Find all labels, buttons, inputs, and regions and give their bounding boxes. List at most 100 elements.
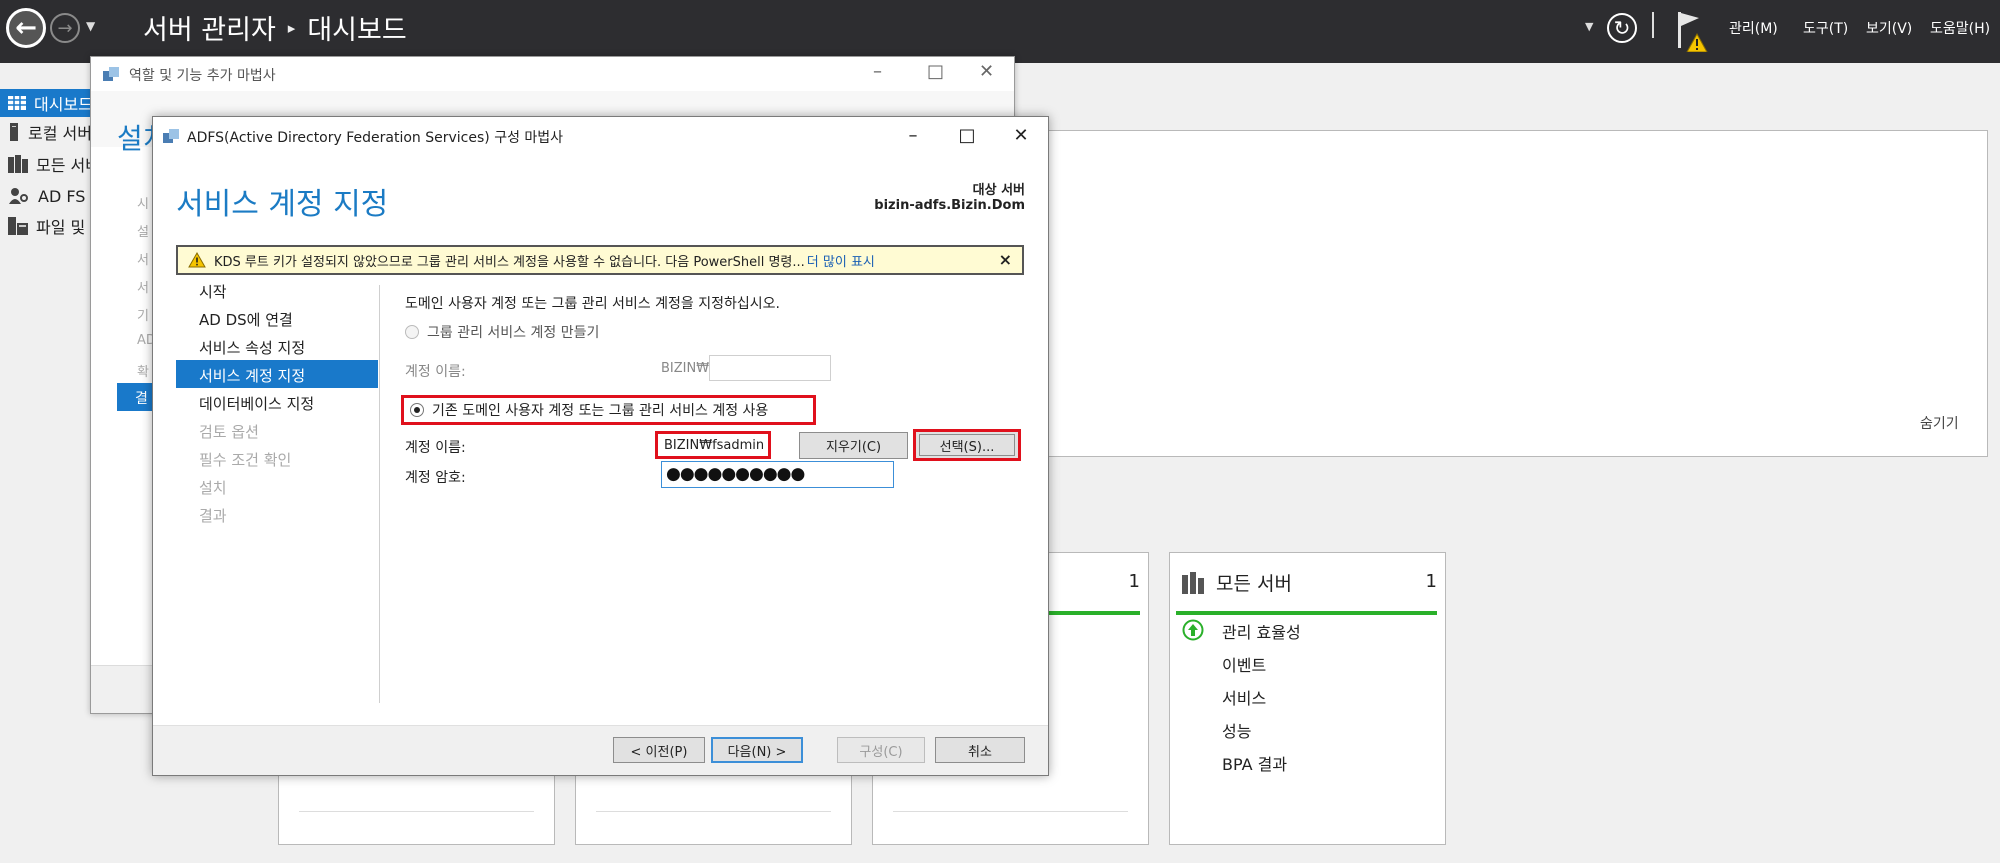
wizard-heading: 서비스 계정 지정 — [176, 187, 389, 222]
minimize-icon[interactable]: – — [873, 61, 882, 82]
back-arrow-icon[interactable]: ← — [6, 8, 46, 48]
clear-button[interactable]: 지우기(C) — [799, 432, 908, 459]
sidebar-item-label: 로컬 서버 — [28, 124, 92, 143]
tile-row-manageability[interactable]: 관리 효율성 — [1222, 619, 1301, 643]
menu-tools[interactable]: 도구(T) — [1803, 18, 1848, 38]
radio-label: 그룹 관리 서비스 계정 만들기 — [427, 325, 600, 341]
tile-row-events[interactable]: 이벤트 — [1222, 652, 1266, 676]
sidebar-item-label: 파일 및 저장소 서비스 — [36, 218, 92, 237]
wizard-step-install: 설치 — [199, 479, 227, 497]
sidebar-item-label: AD FS — [38, 186, 86, 206]
breadcrumb: 서버 관리자 ▸ 대시보드 — [143, 8, 407, 47]
tile-row-bpa-results[interactable]: BPA 결과 — [1222, 751, 1287, 775]
page-title: 대시보드 — [307, 15, 407, 46]
wizard-step: 설 — [137, 225, 149, 240]
breadcrumb-separator-icon: ▸ — [287, 18, 296, 37]
show-more-link[interactable]: 더 많이 표시 — [807, 251, 875, 270]
target-server-name: bizin-adfs.Bizin.Dom — [874, 198, 1025, 213]
radio-button-icon — [405, 325, 419, 339]
toolbar-divider — [1652, 12, 1654, 38]
menu-view[interactable]: 보기(V) — [1866, 18, 1912, 38]
account-name-value: BIZIN₩fsadmin — [655, 431, 771, 459]
radio-button-icon — [410, 403, 424, 417]
window-title: ADFS(Active Directory Federation Service… — [187, 130, 564, 146]
notifications-flag-icon[interactable] — [1675, 10, 1715, 52]
wizard-app-icon — [103, 67, 119, 81]
gmsa-account-input — [709, 355, 831, 381]
sidebar-item-file-storage[interactable]: 파일 및 저장소 서비스 — [0, 212, 92, 240]
app-title: 서버 관리자 — [143, 15, 276, 46]
forward-arrow-icon[interactable]: → — [50, 13, 80, 43]
radio-use-existing-account[interactable]: 기존 도메인 사용자 계정 또는 그룹 관리 서비스 계정 사용 — [401, 395, 816, 425]
wizard-step-database[interactable]: 데이터베이스 지정 — [199, 393, 314, 414]
next-button[interactable]: 다음(N) > — [711, 737, 803, 763]
account-password-label: 계정 암호: — [405, 470, 466, 486]
wizard-step: 서 — [137, 253, 149, 268]
wizard-step-prereq: 필수 조건 확인 — [199, 451, 292, 469]
radio-create-gmsa: 그룹 관리 서비스 계정 만들기 — [405, 322, 599, 342]
wizard-step-start[interactable]: 시작 — [199, 281, 227, 302]
wizard-step-review: 검토 옵션 — [199, 423, 259, 441]
sidebar-item-all-servers[interactable]: 모든 서버 — [0, 150, 92, 178]
history-dropdown-icon[interactable]: ▼ — [86, 19, 95, 33]
sidebar-item-adfs[interactable]: AD FS — [0, 182, 92, 210]
warning-banner: KDS 루트 키가 설정되지 않았으므로 그룹 관리 서비스 계정을 사용할 수… — [176, 245, 1024, 275]
status-ok-up-arrow-icon — [1182, 619, 1204, 641]
all-servers-icon — [8, 155, 28, 173]
sidebar-item-label: 모든 서버 — [36, 156, 92, 175]
local-server-icon — [8, 123, 20, 141]
title-bar: ADFS(Active Directory Federation Service… — [153, 117, 1048, 155]
wizard-step-service-account[interactable]: 서비스 계정 지정 — [199, 365, 305, 386]
window-title: 역할 및 기능 추가 마법사 — [129, 68, 276, 84]
refresh-icon[interactable]: ↻ — [1607, 13, 1637, 43]
close-icon[interactable]: ✕ — [1001, 121, 1041, 149]
tile-title: 모든 서버 — [1216, 573, 1292, 595]
refresh-dropdown-icon[interactable]: ▼ — [1585, 20, 1593, 33]
configure-button: 구성(C) — [837, 737, 925, 763]
menu-help[interactable]: 도움말(H) — [1930, 18, 1990, 38]
tile-row-performance[interactable]: 성능 — [1222, 718, 1251, 742]
tile-count: 1 — [1128, 571, 1140, 592]
maximize-icon[interactable]: □ — [947, 121, 987, 149]
radio-label: 기존 도메인 사용자 계정 또는 그룹 관리 서비스 계정 사용 — [432, 403, 769, 419]
cancel-button[interactable]: 취소 — [935, 737, 1025, 763]
sidebar-item-label: 대시보드 — [34, 95, 92, 114]
wizard-step: 확 — [137, 365, 149, 380]
warning-close-icon[interactable]: × — [999, 250, 1012, 269]
gmsa-domain-prefix: BIZIN₩ — [661, 361, 710, 376]
top-bar: ← → ▼ 서버 관리자 ▸ 대시보드 ▼ ↻ 관리(M) 도구(T) 보기(V… — [0, 0, 2000, 63]
gmsa-account-label: 계정 이름: — [405, 364, 466, 380]
warning-icon — [188, 252, 206, 268]
tile-count: 1 — [1425, 571, 1437, 592]
select-button-label: 선택(S)... — [919, 434, 1015, 456]
target-server-label: 대상 서버 — [972, 183, 1025, 198]
wizard-step-connect-adds[interactable]: AD DS에 연결 — [199, 309, 293, 330]
wizard-step: 서 — [137, 281, 149, 296]
close-icon[interactable]: ✕ — [979, 61, 994, 82]
all-servers-tile[interactable]: 모든 서버 1 관리 효율성 이벤트 서비스 성능 BPA 결과 — [1169, 552, 1446, 845]
minimize-icon[interactable]: – — [893, 121, 933, 149]
all-servers-icon — [1182, 572, 1204, 594]
account-name-label: 계정 이름: — [405, 440, 466, 456]
nav-divider — [379, 285, 380, 703]
tile-row-services[interactable]: 서비스 — [1222, 685, 1266, 709]
select-button[interactable]: 선택(S)... — [913, 429, 1021, 461]
account-password-field[interactable]: ●●●●●●●●●● — [661, 461, 894, 488]
instruction-text: 도메인 사용자 계정 또는 그룹 관리 서비스 계정을 지정하십시오. — [405, 296, 780, 312]
file-storage-icon — [8, 217, 28, 235]
maximize-icon[interactable]: □ — [927, 61, 944, 82]
wizard-step-service-properties[interactable]: 서비스 속성 지정 — [199, 337, 305, 358]
wizard-step-results: 결과 — [199, 507, 227, 525]
wizard-app-icon — [163, 129, 179, 143]
sidebar-item-local-server[interactable]: 로컬 서버 — [0, 118, 92, 146]
wizard-step: 시 — [137, 197, 149, 212]
sidebar-item-dashboard[interactable]: 대시보드 — [0, 89, 92, 117]
adfs-config-wizard-window: ADFS(Active Directory Federation Service… — [152, 116, 1049, 776]
wizard-step-active[interactable]: 결 — [117, 383, 157, 411]
dashboard-icon — [8, 96, 26, 110]
warning-text: KDS 루트 키가 설정되지 않았으므로 그룹 관리 서비스 계정을 사용할 수… — [214, 254, 805, 270]
menu-manage[interactable]: 관리(M) — [1729, 18, 1778, 38]
hide-link[interactable]: 숨기기 — [1920, 413, 1959, 433]
previous-button[interactable]: < 이전(P) — [613, 737, 705, 763]
wizard-step: 기 — [137, 309, 149, 324]
